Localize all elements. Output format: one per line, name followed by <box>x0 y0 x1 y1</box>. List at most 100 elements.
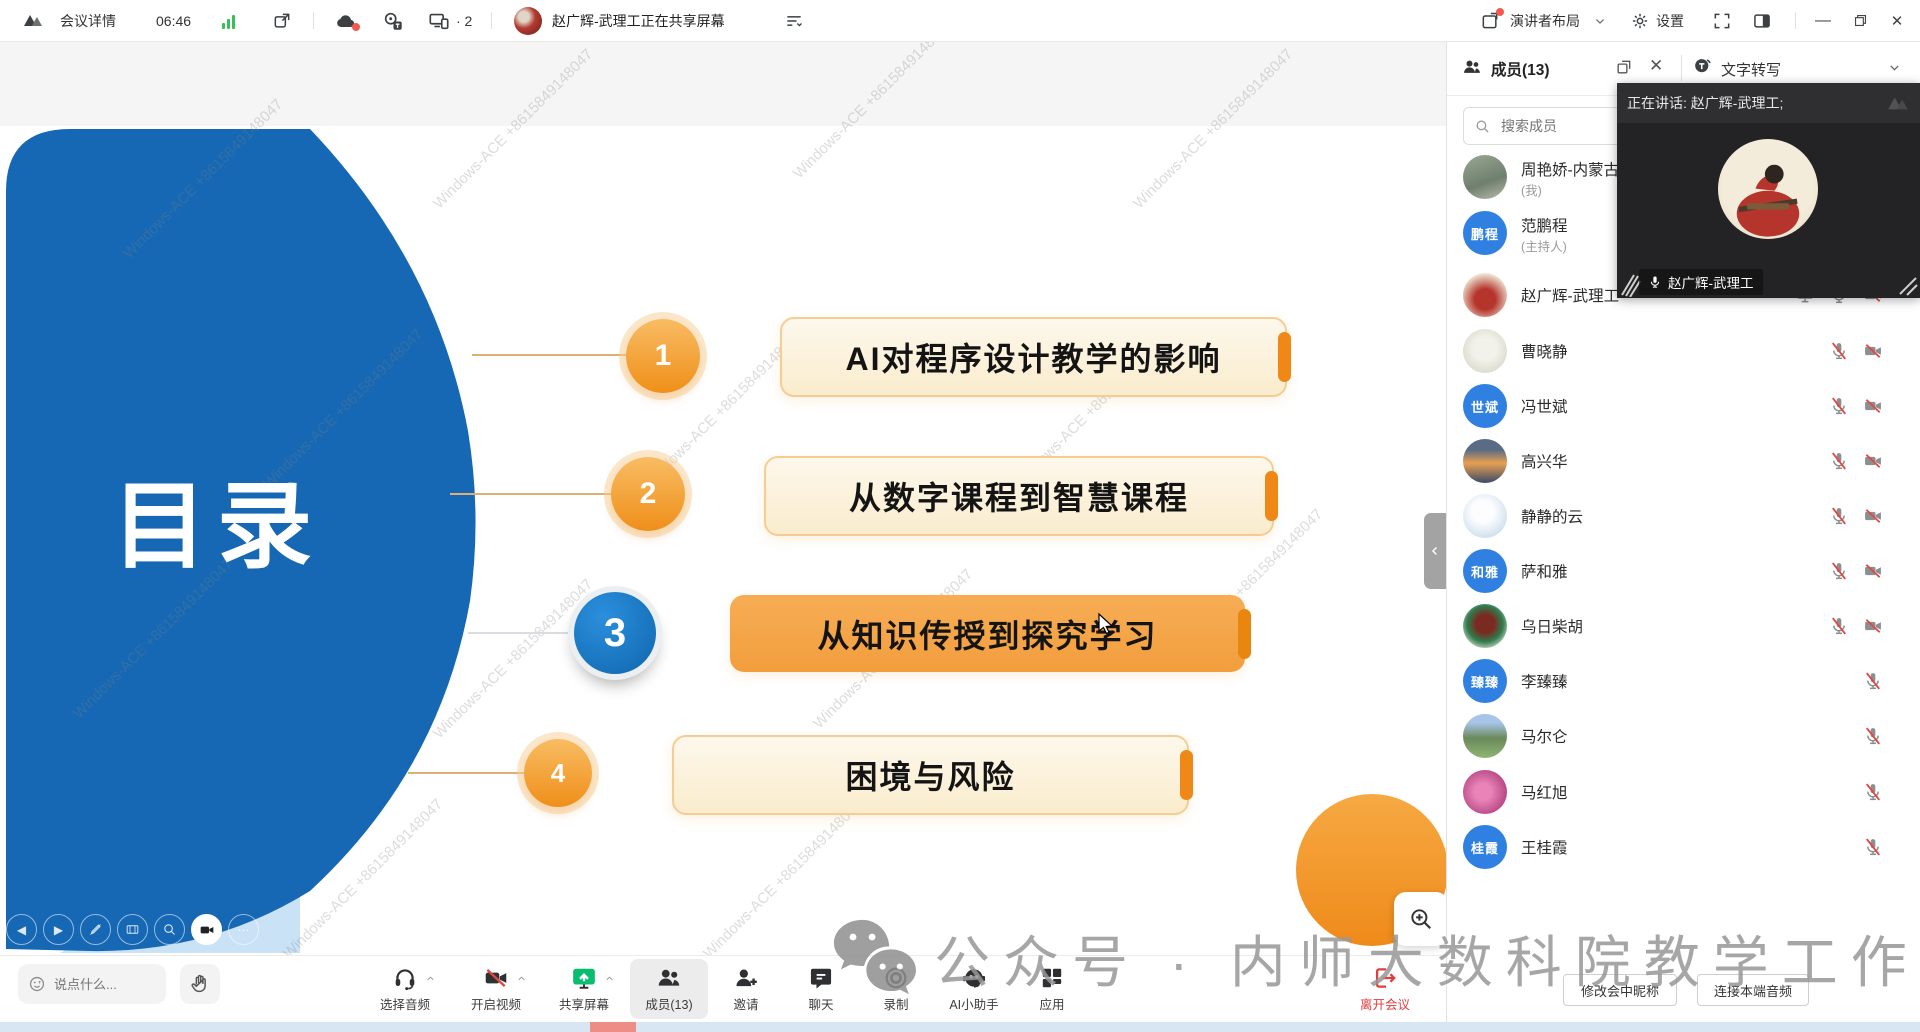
leave-meeting-button[interactable]: 离开会议 <box>1346 959 1424 1019</box>
avatar: 臻臻 <box>1463 659 1507 703</box>
chevron-down-icon[interactable] <box>1593 0 1607 41</box>
mouse-cursor <box>1096 612 1118 636</box>
minimize-button[interactable]: — <box>1806 0 1840 41</box>
panel-collapse-handle[interactable] <box>1424 513 1446 589</box>
settings-gear-icon[interactable] <box>1630 0 1650 41</box>
invite-button[interactable]: 邀请 <box>707 959 785 1019</box>
next-slide-button[interactable]: ▶ <box>43 914 74 945</box>
side-panel-toggle-icon[interactable] <box>1752 0 1772 41</box>
avatar <box>1463 439 1507 483</box>
rename-nickname-button[interactable]: 修改会中昵称 <box>1563 974 1677 1006</box>
audio-button[interactable]: 选择音频 <box>366 959 444 1019</box>
connector-line <box>408 772 526 774</box>
members-tab-title[interactable]: 成员(13) <box>1491 58 1550 80</box>
quick-chat-input[interactable] <box>52 976 148 993</box>
speaking-now-label: 正在讲话: 赵广辉-武理工; <box>1627 93 1783 113</box>
member-row[interactable]: 世斌 冯世斌 <box>1447 379 1920 433</box>
chevron-up-icon[interactable] <box>425 973 436 984</box>
chevron-up-icon[interactable] <box>604 973 615 984</box>
zoom-in-button[interactable] <box>1394 892 1448 946</box>
fullscreen-icon[interactable] <box>1712 0 1732 41</box>
mic-muted-icon[interactable] <box>1863 671 1883 691</box>
member-row[interactable]: 马尔仑 <box>1447 709 1920 763</box>
raise-hand-button[interactable] <box>180 964 220 1004</box>
magnifier-button[interactable] <box>154 914 185 945</box>
mic-muted-icon[interactable] <box>1863 726 1883 746</box>
camera-off-icon[interactable] <box>1863 341 1883 361</box>
members-button[interactable]: 成员(13) <box>630 959 708 1019</box>
divider <box>1681 55 1682 81</box>
transcription-tab-title[interactable]: 文字转写 <box>1721 59 1781 80</box>
camera-off-icon[interactable] <box>1863 506 1883 526</box>
prev-slide-button[interactable]: ◀ <box>6 914 37 945</box>
meeting-timer: 06:46 <box>156 0 191 41</box>
layout-selector[interactable]: 演讲者布局 <box>1510 0 1580 41</box>
pen-annotate-button[interactable] <box>80 914 111 945</box>
speaking-now-bar: 正在讲话: 赵广辉-武理工; <box>1617 83 1920 123</box>
member-row[interactable]: 和雅 萨和雅 <box>1447 544 1920 598</box>
member-row[interactable]: 桂霞 王桂霞 <box>1447 820 1920 874</box>
member-name: 李臻臻 <box>1521 670 1568 692</box>
slides-panel-button[interactable] <box>117 914 148 945</box>
camera-off-icon[interactable] <box>1863 561 1883 581</box>
network-signal-icon <box>222 0 235 41</box>
audio-transcribe-icon[interactable] <box>382 0 404 41</box>
camera-off-icon[interactable] <box>1863 451 1883 471</box>
avatar <box>1463 714 1507 758</box>
meeting-details-menu[interactable]: 会议详情 <box>60 0 116 41</box>
toc-item-1: AI对程序设计教学的影响 <box>780 317 1287 397</box>
mic-muted-icon[interactable] <box>1829 561 1849 581</box>
record-button[interactable]: 录制 <box>857 959 935 1019</box>
camera-off-icon[interactable] <box>1863 616 1883 636</box>
video-button[interactable]: 开启视频 <box>457 959 535 1019</box>
mic-muted-icon[interactable] <box>1829 341 1849 361</box>
member-row[interactable]: 马红旭 <box>1447 765 1920 819</box>
mic-muted-icon[interactable] <box>1829 506 1849 526</box>
share-screen-button[interactable]: 共享屏幕 <box>545 959 623 1019</box>
mic-muted-icon[interactable] <box>1863 782 1883 802</box>
ai-robot-icon <box>961 965 987 991</box>
dual-screen-icon[interactable] <box>428 0 450 41</box>
connector-line <box>468 632 578 634</box>
member-row[interactable]: 臻臻 李臻臻 <box>1447 654 1920 708</box>
resize-handle-icon[interactable] <box>1898 276 1918 296</box>
more-controls-button[interactable]: ⋯ <box>228 914 259 945</box>
avatar <box>1463 604 1507 648</box>
close-panel-icon[interactable]: ✕ <box>1649 56 1663 76</box>
chat-button[interactable]: 聊天 <box>782 959 860 1019</box>
quick-chat-box[interactable] <box>18 964 166 1004</box>
avatar: 世斌 <box>1463 384 1507 428</box>
mic-muted-icon[interactable] <box>1863 837 1883 857</box>
brand-logo-icon <box>1884 91 1914 117</box>
cloud-record-icon[interactable] <box>334 0 358 41</box>
member-row[interactable]: 曹晓静 <box>1447 324 1920 378</box>
mic-muted-icon[interactable] <box>1829 396 1849 416</box>
mic-muted-icon[interactable] <box>1829 451 1849 471</box>
maximize-button[interactable] <box>1843 0 1877 41</box>
layout-icon[interactable] <box>1480 0 1500 41</box>
speaker-name-chip: 赵广辉-武理工 <box>1639 269 1763 295</box>
raise-hand-icon <box>189 973 211 995</box>
connect-audio-button[interactable]: 连接本端音频 <box>1697 974 1809 1006</box>
mic-muted-icon[interactable] <box>1829 616 1849 636</box>
share-audio-bars-icon[interactable] <box>784 0 804 41</box>
chevron-up-icon[interactable] <box>516 973 527 984</box>
avatar <box>1463 770 1507 814</box>
speaker-video-thumbnail[interactable]: 正在讲话: 赵广辉-武理工; 赵广辉-武理工 <box>1617 83 1920 298</box>
member-row[interactable]: 静静的云 <box>1447 489 1920 543</box>
member-row[interactable]: 高兴华 <box>1447 434 1920 488</box>
toc-item-3-active: 从知识传授到探究学习 <box>730 595 1245 672</box>
camera-off-icon[interactable] <box>1863 396 1883 416</box>
apps-button[interactable]: 应用 <box>1013 959 1091 1019</box>
camera-button[interactable] <box>191 914 222 945</box>
close-button[interactable]: ✕ <box>1880 0 1914 41</box>
toc-item-tab <box>1278 332 1291 382</box>
member-name: 王桂霞 <box>1521 836 1568 858</box>
popout-share-icon[interactable] <box>272 0 292 41</box>
member-row[interactable]: 乌日柴胡 <box>1447 599 1920 653</box>
member-name: 马红旭 <box>1521 781 1568 803</box>
chevron-down-icon[interactable] <box>1887 60 1902 75</box>
ai-assistant-button[interactable]: AI小助手 <box>935 959 1013 1019</box>
popout-panel-icon[interactable] <box>1615 57 1634 76</box>
settings-label[interactable]: 设置 <box>1656 0 1684 41</box>
